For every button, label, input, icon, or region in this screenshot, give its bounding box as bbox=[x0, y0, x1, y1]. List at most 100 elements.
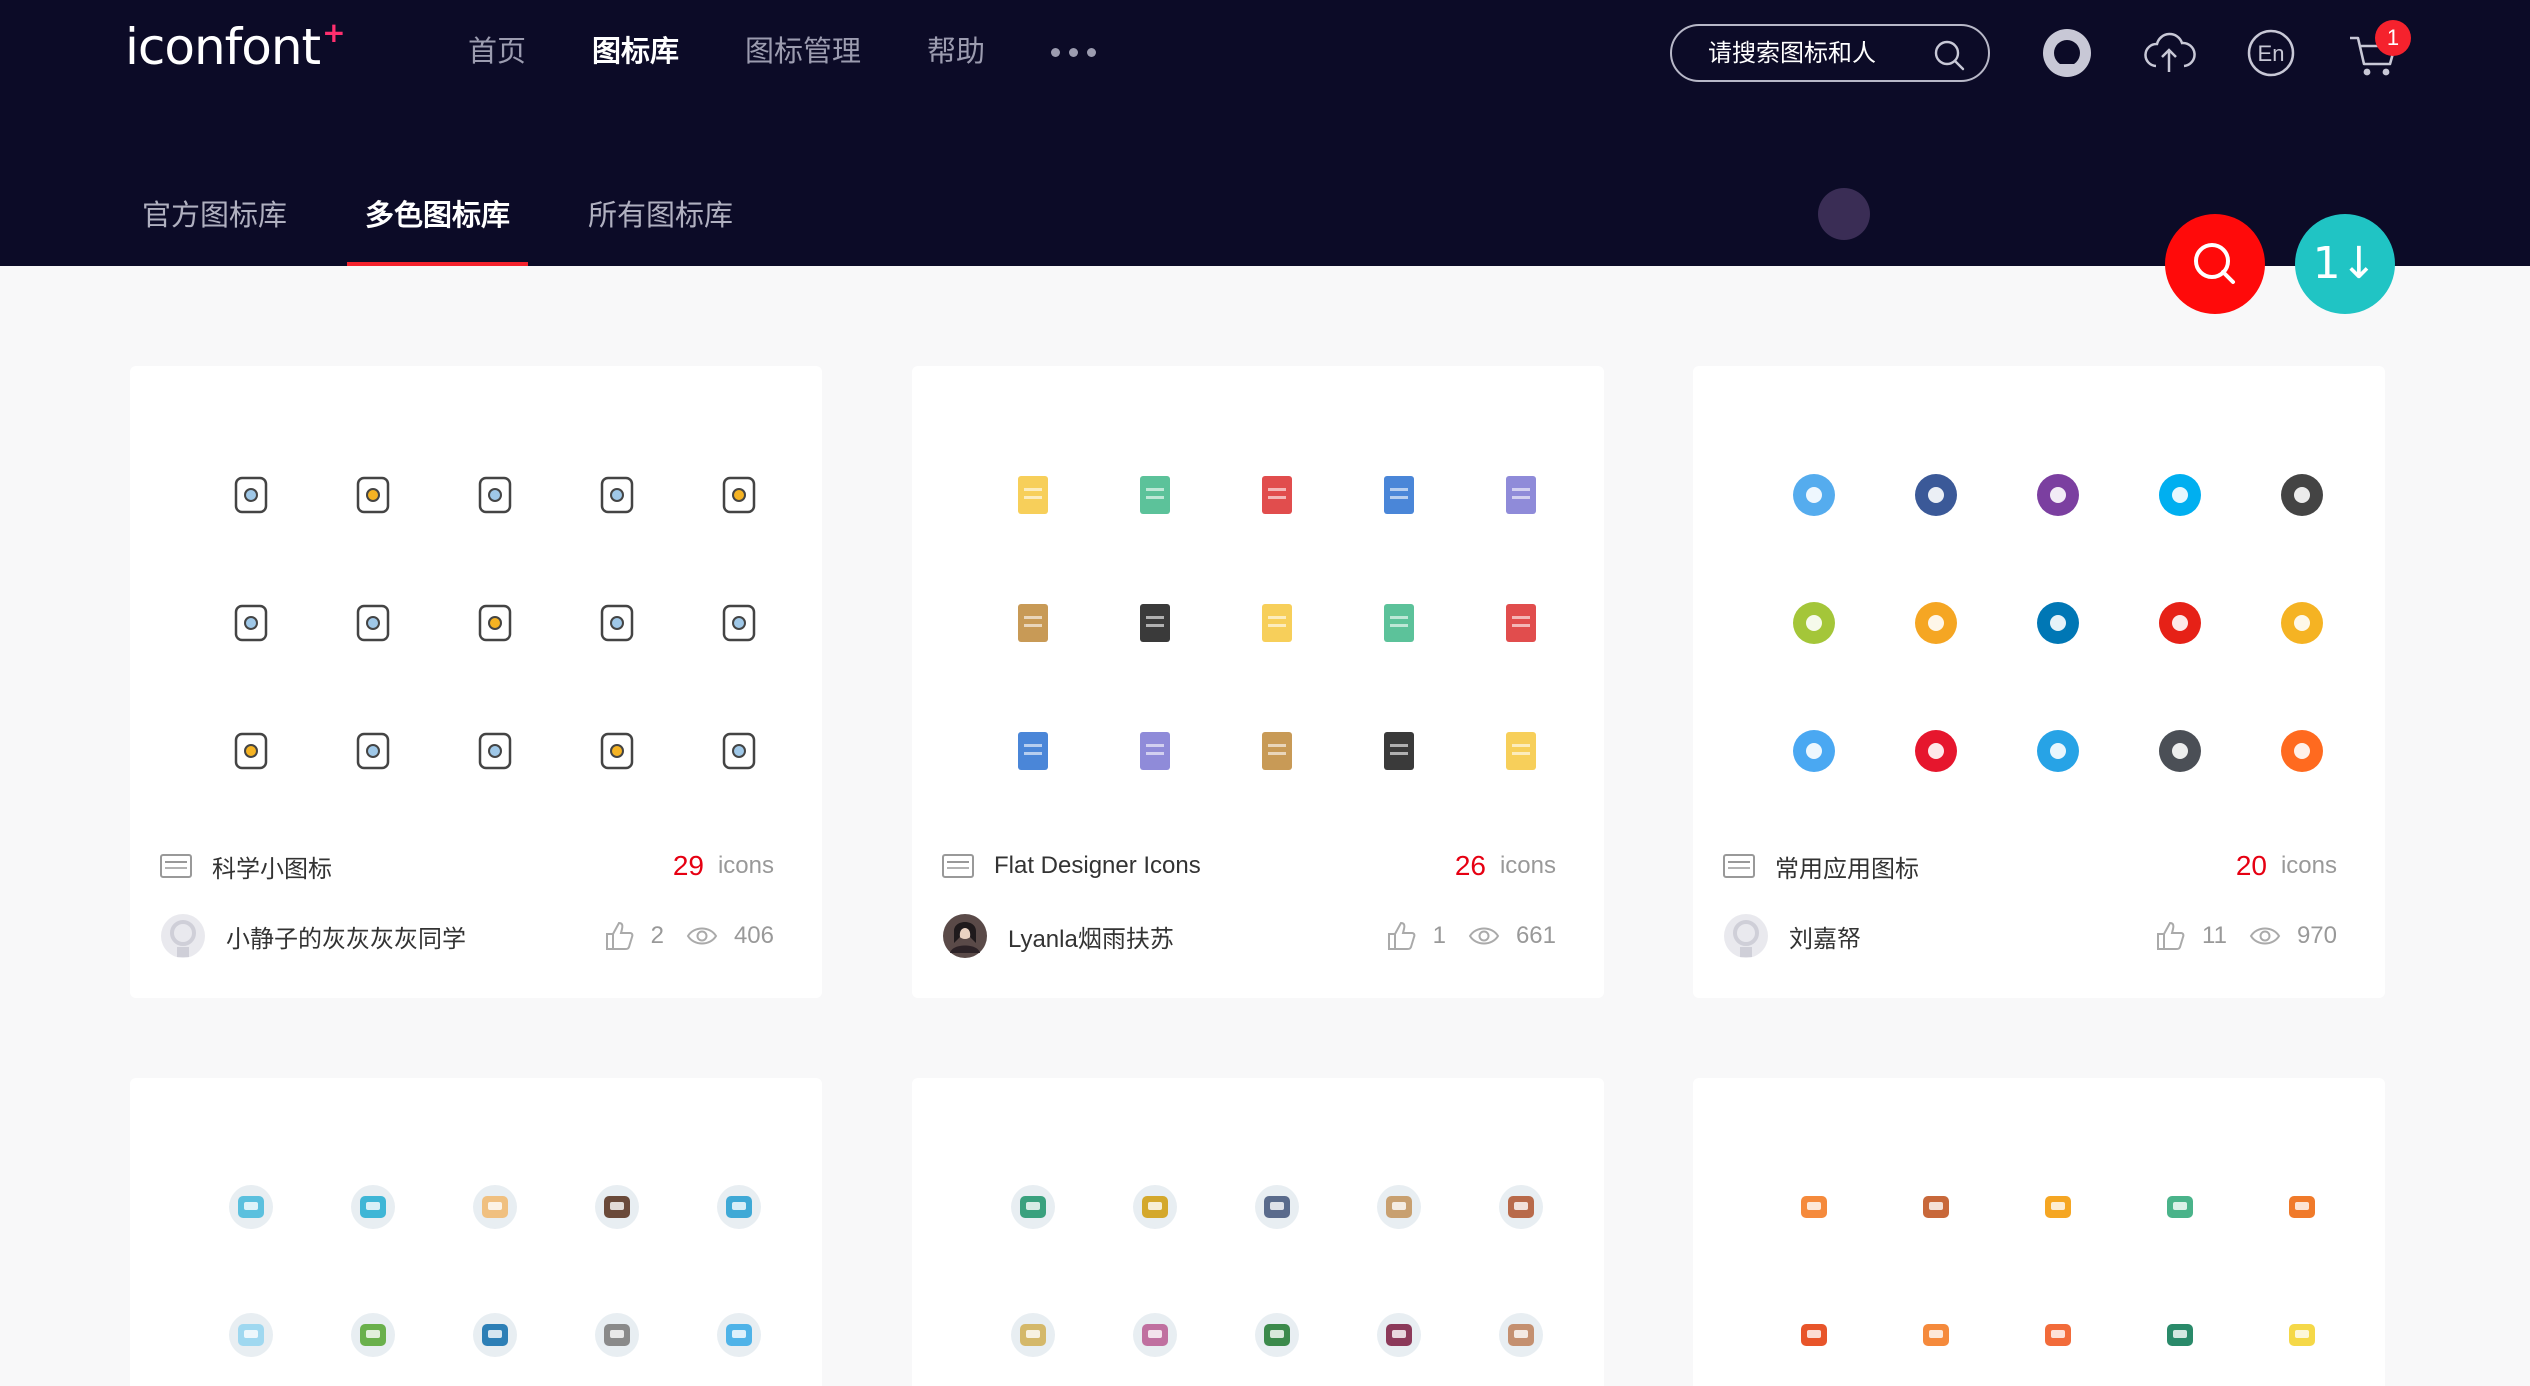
icon-preview-cell[interactable] bbox=[1875, 687, 1997, 815]
icon-preview-cell[interactable] bbox=[972, 687, 1094, 815]
icon-preview-cell[interactable] bbox=[1753, 1143, 1875, 1271]
floating-sort-button[interactable]: 1↓ bbox=[2295, 214, 2395, 314]
icon-preview-cell[interactable] bbox=[1997, 559, 2119, 687]
icon-preview-cell[interactable] bbox=[556, 687, 678, 815]
search-icon[interactable] bbox=[1932, 38, 1966, 72]
icon-preview-cell[interactable] bbox=[1216, 1143, 1338, 1271]
icon-preview-cell[interactable] bbox=[1216, 687, 1338, 815]
icon-preview-cell[interactable] bbox=[1338, 1143, 1460, 1271]
icon-preview-cell[interactable] bbox=[678, 1143, 800, 1271]
icon-library-card[interactable]: Flat Designer Icons 26 icons Lyanla烟雨扶苏 … bbox=[912, 366, 1604, 998]
icon-preview-cell[interactable] bbox=[1338, 1271, 1460, 1386]
icon-preview-cell[interactable] bbox=[2119, 1271, 2241, 1386]
icon-preview-cell[interactable] bbox=[556, 1143, 678, 1271]
icon-preview-cell[interactable] bbox=[1997, 1271, 2119, 1386]
icon-preview-cell[interactable] bbox=[1997, 687, 2119, 815]
avatar[interactable] bbox=[942, 913, 988, 959]
library-name[interactable]: 科学小图标 bbox=[212, 849, 673, 884]
icon-preview-cell[interactable] bbox=[972, 559, 1094, 687]
icon-preview-cell[interactable] bbox=[434, 1143, 556, 1271]
icon-preview-cell[interactable] bbox=[1094, 1143, 1216, 1271]
icon-preview-cell[interactable] bbox=[1216, 431, 1338, 559]
icon-library-card[interactable] bbox=[1693, 1078, 2385, 1386]
icon-preview-cell[interactable] bbox=[1338, 559, 1460, 687]
tab-official-libraries[interactable]: 官方图标库 bbox=[142, 192, 287, 266]
icon-preview-cell[interactable] bbox=[1753, 1271, 1875, 1386]
author-name[interactable]: 刘嘉帑 bbox=[1789, 919, 2154, 954]
icon-preview-cell[interactable] bbox=[972, 431, 1094, 559]
icon-preview-cell[interactable] bbox=[1997, 1143, 2119, 1271]
thumbs-up-icon[interactable] bbox=[603, 920, 635, 952]
icon-preview-cell[interactable] bbox=[2119, 431, 2241, 559]
icon-preview-cell[interactable] bbox=[1753, 431, 1875, 559]
author-name[interactable]: 小静子的灰灰灰灰同学 bbox=[226, 919, 603, 954]
icon-preview-cell[interactable] bbox=[2241, 1271, 2363, 1386]
thumbs-up-icon[interactable] bbox=[2154, 920, 2186, 952]
nav-home[interactable]: 首页 bbox=[468, 30, 526, 74]
library-name[interactable]: 常用应用图标 bbox=[1775, 849, 2236, 884]
icon-preview-cell[interactable] bbox=[1460, 431, 1582, 559]
search-input[interactable] bbox=[1708, 36, 1928, 72]
icon-preview-cell[interactable] bbox=[678, 559, 800, 687]
icon-preview-cell[interactable] bbox=[678, 687, 800, 815]
icon-preview-cell[interactable] bbox=[1460, 687, 1582, 815]
icon-preview-cell[interactable] bbox=[1753, 687, 1875, 815]
icon-preview-cell[interactable] bbox=[434, 687, 556, 815]
nav-icon-management[interactable]: 图标管理 bbox=[745, 30, 861, 74]
icon-preview-cell[interactable] bbox=[1094, 1271, 1216, 1386]
icon-preview-cell[interactable] bbox=[190, 1143, 312, 1271]
icon-preview-cell[interactable] bbox=[434, 559, 556, 687]
icon-preview-cell[interactable] bbox=[312, 1271, 434, 1386]
icon-preview-cell[interactable] bbox=[312, 1143, 434, 1271]
icon-preview-cell[interactable] bbox=[1875, 431, 1997, 559]
icon-preview-cell[interactable] bbox=[2119, 559, 2241, 687]
icon-preview-cell[interactable] bbox=[678, 431, 800, 559]
author-name[interactable]: Lyanla烟雨扶苏 bbox=[1008, 919, 1385, 954]
icon-preview-cell[interactable] bbox=[1216, 559, 1338, 687]
icon-preview-cell[interactable] bbox=[678, 1271, 800, 1386]
icon-preview-cell[interactable] bbox=[1094, 687, 1216, 815]
iconfont-logo[interactable]: iconfont+ bbox=[125, 16, 346, 76]
tab-all-libraries[interactable]: 所有图标库 bbox=[588, 192, 733, 266]
icon-preview-cell[interactable] bbox=[2241, 1143, 2363, 1271]
icon-preview-cell[interactable] bbox=[434, 1271, 556, 1386]
icon-preview-cell[interactable] bbox=[2241, 559, 2363, 687]
icon-preview-cell[interactable] bbox=[2119, 687, 2241, 815]
library-name[interactable]: Flat Designer Icons bbox=[994, 852, 1455, 880]
icon-preview-cell[interactable] bbox=[1460, 1271, 1582, 1386]
icon-preview-cell[interactable] bbox=[190, 687, 312, 815]
avatar[interactable] bbox=[160, 913, 206, 959]
thumbs-up-icon[interactable] bbox=[1385, 920, 1417, 952]
icon-preview-cell[interactable] bbox=[190, 1271, 312, 1386]
icon-preview-cell[interactable] bbox=[434, 431, 556, 559]
icon-preview-cell[interactable] bbox=[1094, 431, 1216, 559]
icon-library-card[interactable]: 常用应用图标 20 icons 刘嘉帑 11 970 bbox=[1693, 366, 2385, 998]
icon-preview-cell[interactable] bbox=[1216, 1271, 1338, 1386]
icon-preview-cell[interactable] bbox=[1875, 1143, 1997, 1271]
icon-preview-cell[interactable] bbox=[312, 431, 434, 559]
icon-preview-cell[interactable] bbox=[1875, 559, 1997, 687]
icon-preview-cell[interactable] bbox=[1997, 431, 2119, 559]
icon-preview-cell[interactable] bbox=[2119, 1143, 2241, 1271]
github-icon[interactable] bbox=[2040, 26, 2094, 80]
icon-preview-cell[interactable] bbox=[2241, 431, 2363, 559]
icon-library-card[interactable]: 科学小图标 29 icons 小静子的灰灰灰灰同学 2 406 bbox=[130, 366, 822, 998]
floating-search-button[interactable] bbox=[2165, 214, 2265, 314]
tab-multicolor-libraries[interactable]: 多色图标库 bbox=[347, 192, 529, 266]
icon-preview-cell[interactable] bbox=[556, 431, 678, 559]
icon-library-card[interactable] bbox=[130, 1078, 822, 1386]
icon-preview-cell[interactable] bbox=[1460, 559, 1582, 687]
icon-preview-cell[interactable] bbox=[556, 1271, 678, 1386]
icon-preview-cell[interactable] bbox=[556, 559, 678, 687]
avatar[interactable] bbox=[1723, 913, 1769, 959]
icon-preview-cell[interactable] bbox=[1094, 559, 1216, 687]
nav-help[interactable]: 帮助 bbox=[927, 30, 985, 74]
nav-icon-library[interactable]: 图标库 bbox=[592, 30, 679, 74]
upload-cloud-icon[interactable] bbox=[2142, 26, 2196, 80]
icon-library-card[interactable] bbox=[912, 1078, 1604, 1386]
icon-preview-cell[interactable] bbox=[1753, 559, 1875, 687]
icon-preview-cell[interactable] bbox=[1338, 431, 1460, 559]
more-menu-icon[interactable] bbox=[1051, 30, 1097, 74]
icon-preview-cell[interactable] bbox=[312, 559, 434, 687]
icon-preview-cell[interactable] bbox=[972, 1271, 1094, 1386]
